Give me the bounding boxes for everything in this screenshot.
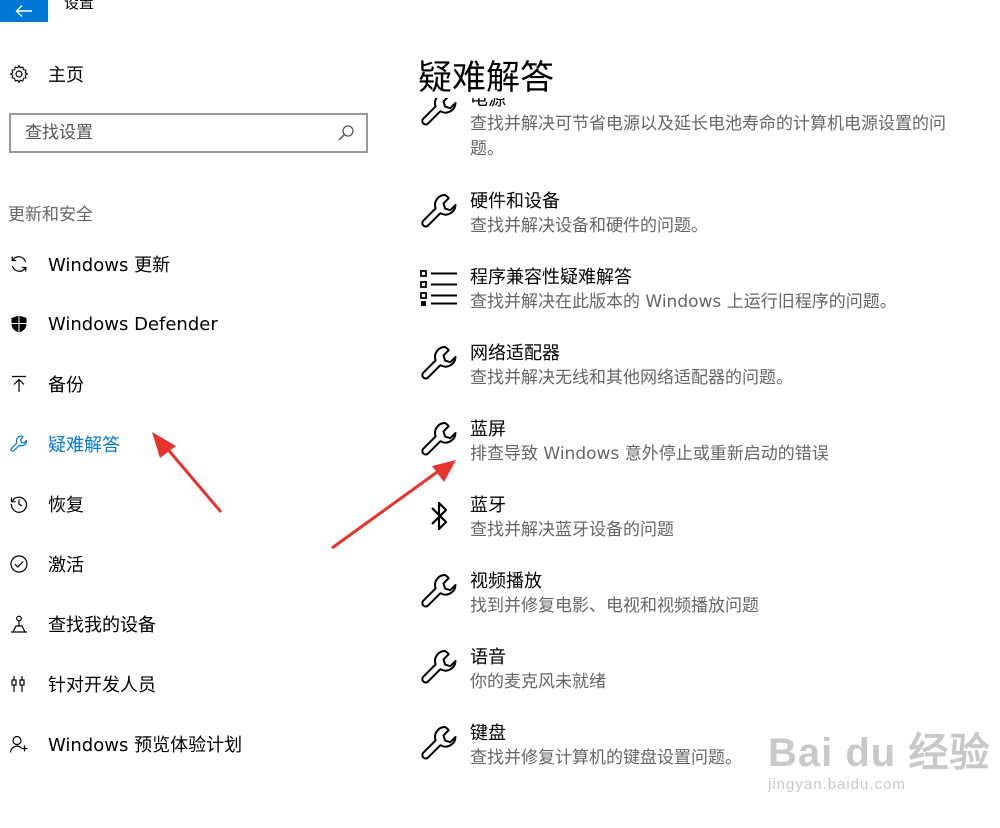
section-heading: 更新和安全 [8, 205, 93, 225]
sidebar-item-label: Windows 更新 [48, 255, 171, 276]
window-title: 设置 [64, 0, 95, 12]
sidebar-item-find-my-device[interactable]: 查找我的设备 [8, 594, 368, 654]
troubleshooter-title: 蓝牙 [470, 495, 506, 516]
troubleshooter-title: 视频播放 [470, 571, 542, 592]
find-device-icon [8, 613, 30, 635]
sidebar-item-label: Windows 预览体验计划 [48, 735, 243, 756]
list-icon [418, 268, 460, 310]
wrench-icon [418, 98, 460, 132]
sync-icon [8, 253, 30, 275]
search-box [9, 113, 368, 153]
sidebar-nav: Windows 更新 Windows Defender 备份 疑难解答 恢复 激… [8, 234, 368, 774]
troubleshooter-blue-screen[interactable]: 蓝屏 排查导致 Windows 意外停止或重新启动的错误 [418, 418, 970, 494]
home-label: 主页 [48, 65, 84, 86]
troubleshooter-hardware[interactable]: 硬件和设备 查找并解决设备和硬件的问题。 [418, 190, 970, 266]
wrench-icon [418, 192, 460, 234]
sidebar-item-label: Windows Defender [48, 313, 218, 335]
search-icon[interactable] [336, 123, 356, 143]
troubleshooter-title: 硬件和设备 [470, 191, 560, 212]
home-link[interactable]: 主页 [8, 60, 84, 88]
sidebar-item-recovery[interactable]: 恢复 [8, 474, 368, 534]
sidebar-item-label: 激活 [48, 555, 84, 576]
back-arrow-icon [15, 5, 32, 17]
backup-arrow-icon [8, 373, 30, 395]
baidu-watermark: Bai du 经验 jingyan.baidu.com [768, 720, 990, 793]
sidebar-item-label: 针对开发人员 [48, 675, 156, 696]
troubleshooter-description: 你的麦克风未就绪 [470, 672, 606, 692]
wrench-icon [418, 420, 460, 462]
troubleshooter-description: 查找并解决可节省电源以及延长电池寿命的计算机电源设置的问题。 [470, 114, 946, 159]
troubleshooter-list: 电源 查找并解决可节省电源以及延长电池寿命的计算机电源设置的问题。 硬件和设备 … [418, 98, 970, 798]
bluetooth-icon [418, 496, 460, 538]
sidebar-item-for-developers[interactable]: 针对开发人员 [8, 654, 368, 714]
wrench-icon [418, 648, 460, 690]
troubleshooter-title: 蓝屏 [470, 419, 506, 440]
back-button[interactable] [0, 0, 48, 22]
developer-icon [8, 673, 30, 695]
troubleshooter-description: 查找并解决蓝牙设备的问题 [470, 520, 674, 540]
sidebar-item-windows-update[interactable]: Windows 更新 [8, 234, 368, 294]
sidebar-item-label: 查找我的设备 [48, 615, 156, 636]
troubleshooter-title: 电源 [470, 98, 506, 110]
troubleshooter-power[interactable]: 电源 查找并解决可节省电源以及延长电池寿命的计算机电源设置的问题。 [418, 98, 970, 190]
page-title: 疑难解答 [418, 58, 554, 98]
wrench-icon [418, 344, 460, 386]
wrench-icon [8, 433, 30, 455]
sidebar-item-backup[interactable]: 备份 [8, 354, 368, 414]
sidebar-item-label: 恢复 [48, 495, 84, 516]
shield-icon [8, 313, 30, 335]
history-icon [8, 493, 30, 515]
watermark-url: jingyan.baidu.com [768, 776, 906, 793]
search-input[interactable] [25, 123, 336, 143]
troubleshooter-list-viewport: 电源 查找并解决可节省电源以及延长电池寿命的计算机电源设置的问题。 硬件和设备 … [410, 98, 1000, 828]
wrench-icon [418, 572, 460, 614]
troubleshooter-title: 网络适配器 [470, 343, 560, 364]
troubleshooter-bluetooth[interactable]: 蓝牙 查找并解决蓝牙设备的问题 [418, 494, 970, 570]
gear-icon [8, 63, 30, 85]
troubleshooter-speech[interactable]: 语音 你的麦克风未就绪 [418, 646, 970, 722]
sidebar-item-activation[interactable]: 激活 [8, 534, 368, 594]
troubleshooter-program-compatibility[interactable]: 程序兼容性疑难解答 查找并解决在此版本的 Windows 上运行旧程序的问题。 [418, 266, 970, 342]
sidebar-item-troubleshoot[interactable]: 疑难解答 [8, 414, 368, 474]
troubleshooter-network-adapter[interactable]: 网络适配器 查找并解决无线和其他网络适配器的问题。 [418, 342, 970, 418]
check-circle-icon [8, 553, 30, 575]
watermark-logo-text: Bai du 经验 [768, 731, 991, 775]
insider-icon [8, 733, 30, 755]
troubleshooter-description: 排查导致 Windows 意外停止或重新启动的错误 [470, 444, 829, 464]
sidebar-item-windows-defender[interactable]: Windows Defender [8, 294, 368, 354]
sidebar-item-label: 疑难解答 [48, 435, 120, 456]
troubleshooter-title: 语音 [470, 647, 506, 668]
sidebar-item-label: 备份 [48, 375, 84, 396]
wrench-icon [418, 724, 460, 766]
troubleshooter-description: 查找并解决在此版本的 Windows 上运行旧程序的问题。 [470, 292, 897, 312]
troubleshooter-description: 查找并解决无线和其他网络适配器的问题。 [470, 368, 793, 388]
troubleshooter-description: 查找并解决设备和硬件的问题。 [470, 216, 708, 236]
troubleshooter-description: 找到并修复电影、电视和视频播放问题 [470, 596, 759, 616]
sidebar-item-windows-insider[interactable]: Windows 预览体验计划 [8, 714, 368, 774]
troubleshooter-video-playback[interactable]: 视频播放 找到并修复电影、电视和视频播放问题 [418, 570, 970, 646]
troubleshooter-title: 程序兼容性疑难解答 [470, 267, 632, 288]
